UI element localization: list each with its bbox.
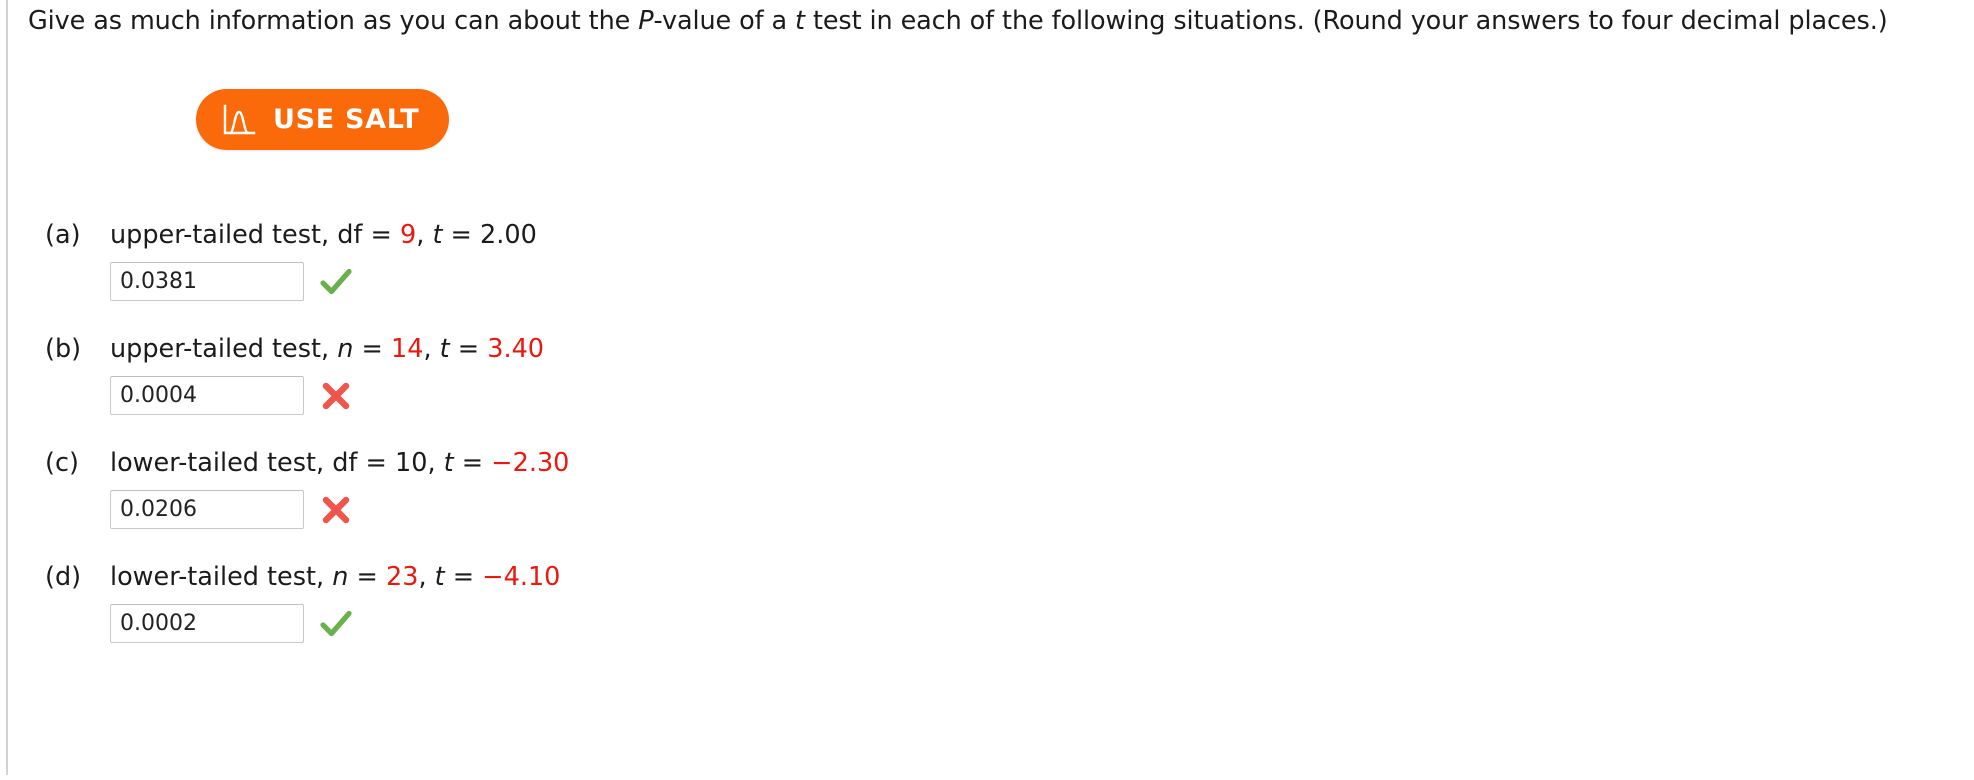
use-salt-button[interactable]: USE SALT bbox=[196, 89, 450, 150]
part-t-symbol: t bbox=[434, 562, 445, 592]
prompt-segment-tail: test in each of the following situations… bbox=[804, 6, 1888, 36]
part-eq2: = bbox=[442, 220, 481, 250]
distribution-curve-icon bbox=[223, 104, 256, 134]
part-comma: , bbox=[427, 448, 444, 478]
part-t-value: 3.40 bbox=[487, 334, 545, 364]
part-eq1: = bbox=[357, 448, 395, 478]
part-eq2: = bbox=[453, 448, 492, 478]
question-prompt: Give as much information as you can abou… bbox=[28, 4, 1958, 38]
part-param-value: 14 bbox=[390, 334, 424, 364]
part-eq2: = bbox=[449, 334, 488, 364]
use-salt-label: USE SALT bbox=[273, 104, 420, 135]
prompt-p-symbol: P bbox=[638, 6, 654, 36]
part-param-value: 9 bbox=[399, 220, 417, 250]
prompt-t-symbol: t bbox=[795, 6, 805, 36]
answer-input[interactable] bbox=[110, 604, 304, 643]
answer-row bbox=[110, 376, 353, 415]
part-param-name: n bbox=[337, 334, 354, 364]
part-t-symbol: t bbox=[443, 448, 454, 478]
part-label: (c) bbox=[45, 448, 79, 478]
part-t-value: 2.00 bbox=[480, 220, 537, 250]
part-t-value: −2.30 bbox=[491, 448, 570, 478]
part-t-value: −4.10 bbox=[482, 562, 561, 592]
part-tail-type: lower-tailed test, bbox=[110, 448, 333, 478]
part-eq1: = bbox=[353, 334, 391, 364]
part-statement: lower-tailed test, n = 23, t = −4.10 bbox=[110, 560, 560, 594]
part-statement: lower-tailed test, df = 10, t = −2.30 bbox=[110, 446, 569, 480]
part-tail-type: upper-tailed test, bbox=[110, 220, 338, 250]
answer-row bbox=[110, 604, 353, 643]
answer-input[interactable] bbox=[110, 376, 304, 415]
part-eq1: = bbox=[348, 562, 386, 592]
green-check-icon bbox=[320, 610, 352, 636]
prompt-segment-after-p: -value of a bbox=[653, 6, 796, 36]
part-t-symbol: t bbox=[432, 220, 443, 250]
prompt-segment-before: Give as much information as you can abou… bbox=[28, 6, 639, 36]
part-t-symbol: t bbox=[439, 334, 450, 364]
part-comma: , bbox=[423, 334, 440, 364]
question-page: Give as much information as you can abou… bbox=[0, 0, 1974, 780]
part-param-name: n bbox=[332, 562, 349, 592]
part-tail-type: upper-tailed test, bbox=[110, 334, 338, 364]
part-param-value: 10 bbox=[395, 448, 428, 478]
part-param-value: 23 bbox=[386, 562, 419, 592]
part-tail-type: lower-tailed test, bbox=[110, 562, 333, 592]
part-param-name: df bbox=[332, 448, 358, 478]
answer-row bbox=[110, 262, 353, 301]
red-cross-icon bbox=[322, 496, 350, 523]
part-comma: , bbox=[416, 220, 433, 250]
part-eq2: = bbox=[444, 562, 483, 592]
part-comma: , bbox=[418, 562, 435, 592]
part-label: (a) bbox=[45, 220, 81, 250]
answer-input[interactable] bbox=[110, 262, 304, 301]
part-label: (b) bbox=[45, 334, 82, 364]
green-check-icon bbox=[320, 268, 352, 294]
part-label: (d) bbox=[45, 562, 82, 592]
part-eq1: = bbox=[362, 220, 400, 250]
part-param-name: df bbox=[337, 220, 363, 250]
red-cross-icon bbox=[322, 382, 350, 409]
answer-input[interactable] bbox=[110, 490, 304, 529]
answer-row bbox=[110, 490, 353, 529]
question-part-d: (d) lower-tailed test, n = 23, t = −4.10 bbox=[0, 560, 1974, 710]
part-statement: upper-tailed test, n = 14, t = 3.40 bbox=[110, 332, 544, 366]
part-statement: upper-tailed test, df = 9, t = 2.00 bbox=[110, 218, 537, 252]
